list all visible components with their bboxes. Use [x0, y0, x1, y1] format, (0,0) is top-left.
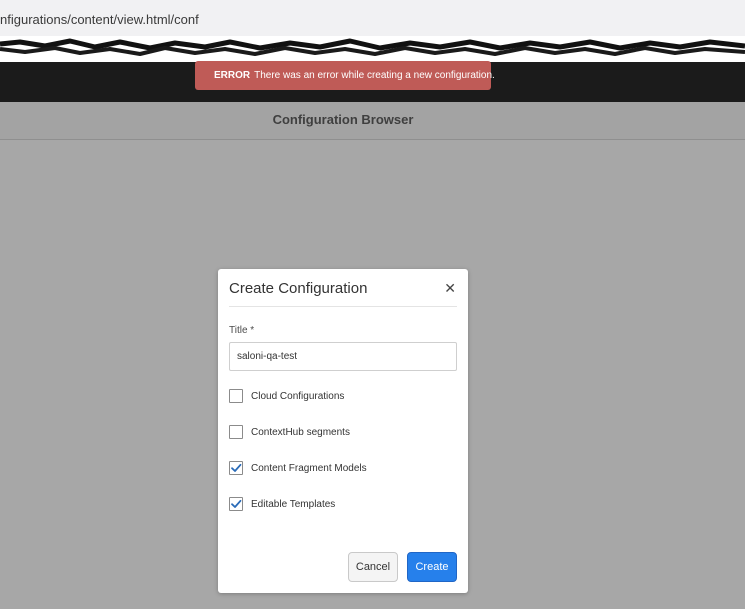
close-icon[interactable]: ✕ [444, 281, 456, 295]
create-configuration-dialog: Create Configuration ✕ Title * Cloud Con… [218, 269, 468, 593]
option-contexthub-segments[interactable]: ContextHub segments [229, 424, 350, 440]
error-toast: ERROR There was an error while creating … [195, 61, 495, 90]
error-label: ERROR [214, 70, 251, 81]
checkbox[interactable] [229, 389, 243, 403]
cancel-button[interactable]: Cancel [348, 552, 398, 582]
option-editable-templates[interactable]: Editable Templates [229, 496, 335, 512]
url-text[interactable]: nfigurations/content/view.html/conf [0, 12, 199, 27]
checkbox[interactable] [229, 425, 243, 439]
dialog-divider [229, 306, 457, 307]
checkbox[interactable] [229, 497, 243, 511]
option-content-fragment-models[interactable]: Content Fragment Models [229, 460, 367, 476]
address-bar[interactable]: nfigurations/content/view.html/conf [0, 0, 745, 37]
checkmark-icon [231, 499, 242, 508]
title-field-label: Title * [229, 325, 255, 336]
redacted-bookmarks-strip [0, 36, 745, 62]
create-button[interactable]: Create [407, 552, 457, 582]
checkbox[interactable] [229, 461, 243, 475]
checkbox-label: Cloud Configurations [251, 390, 345, 402]
error-message: There was an error while creating a new … [254, 70, 495, 81]
checkbox-label: Content Fragment Models [251, 462, 367, 474]
title-input[interactable] [229, 342, 457, 371]
checkbox-label: ContextHub segments [251, 426, 350, 438]
option-cloud-configurations[interactable]: Cloud Configurations [229, 388, 344, 404]
checkbox-label: Editable Templates [251, 498, 336, 510]
dialog-title: Create Configuration [229, 280, 368, 297]
checkmark-icon [231, 463, 242, 472]
page-title: Configuration Browser [272, 112, 414, 127]
